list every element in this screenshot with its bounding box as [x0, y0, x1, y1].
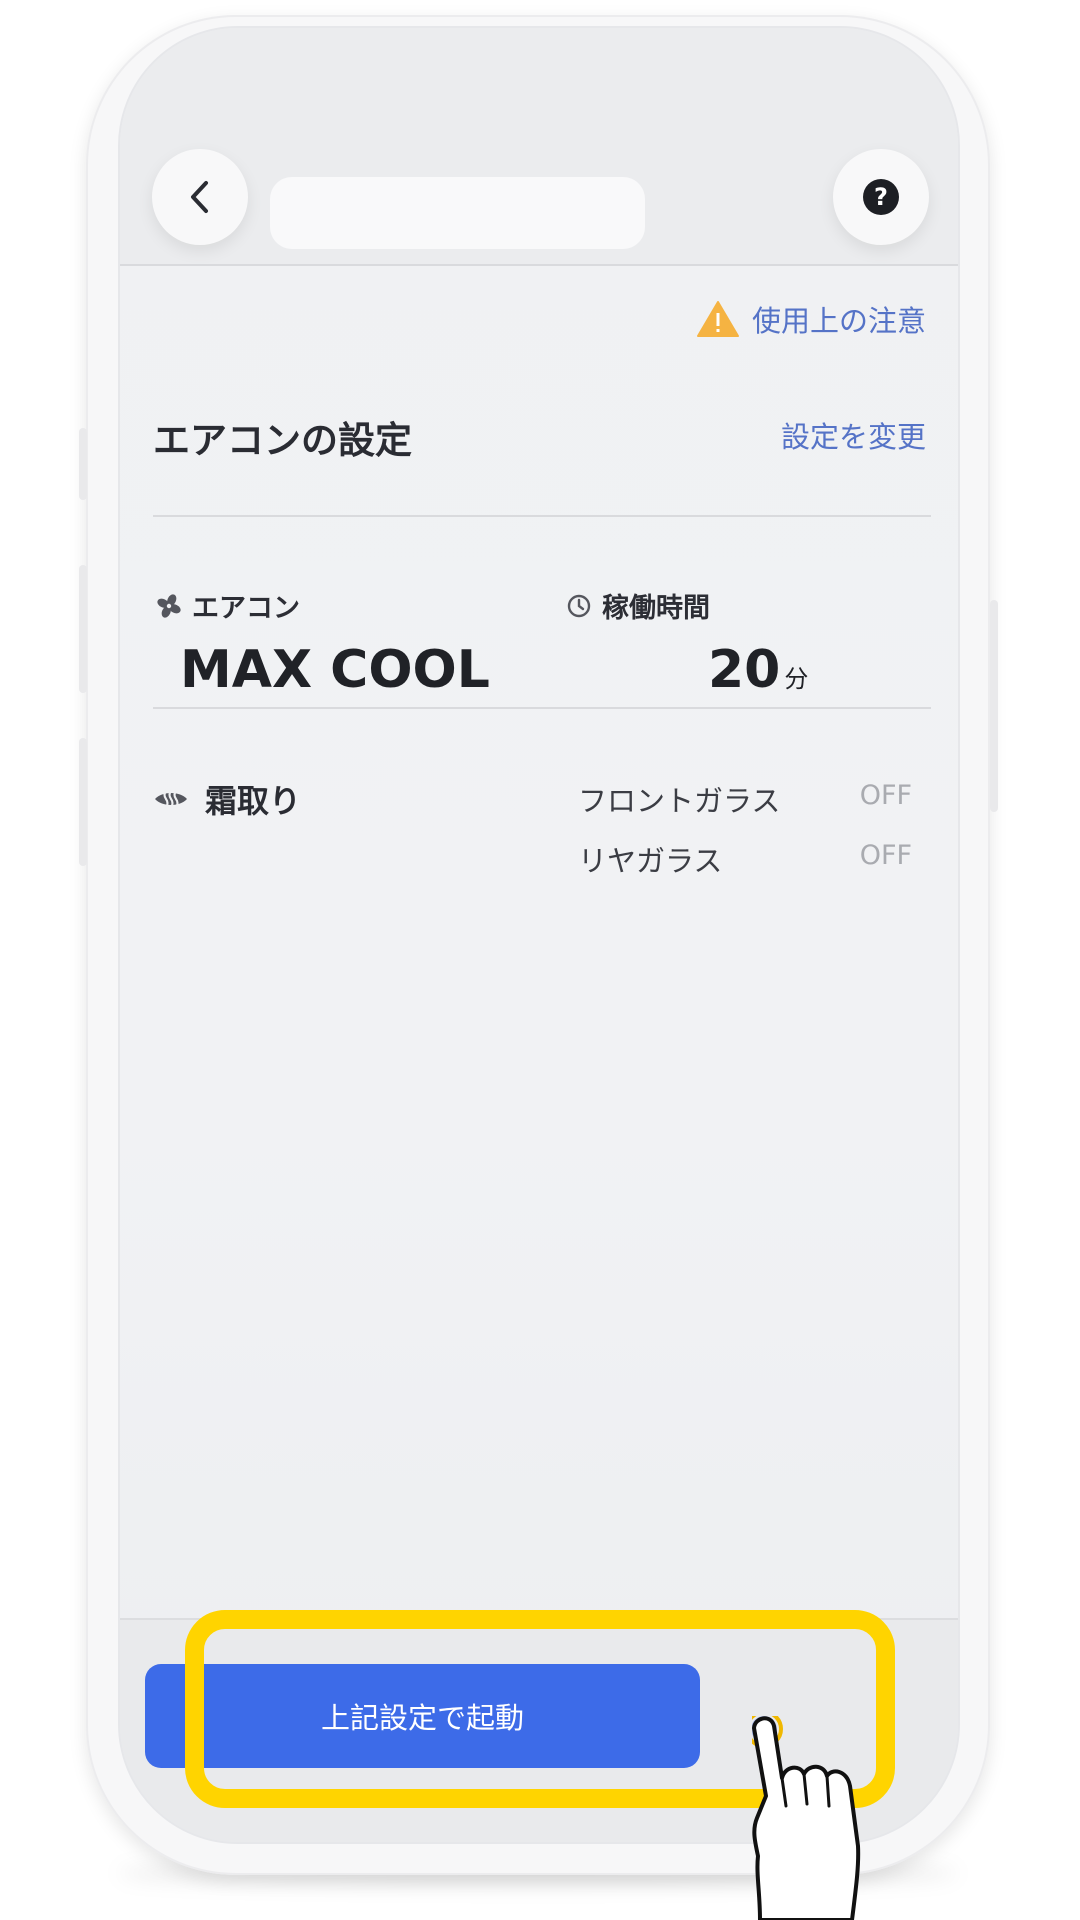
duration-number: 20	[708, 640, 781, 700]
rear-glass-value: OFF	[859, 840, 912, 871]
help-button[interactable]: ?	[833, 149, 929, 245]
divider	[153, 707, 931, 709]
aircon-mode-value: MAX COOL	[180, 640, 490, 700]
chevron-left-icon	[191, 181, 208, 213]
divider	[153, 515, 931, 517]
caution-link[interactable]: 使用上の注意	[696, 298, 926, 340]
aircon-label-row: エアコン	[156, 586, 300, 625]
question-circle-icon: ?	[863, 179, 899, 215]
phone-side-button	[79, 565, 87, 693]
duration-label: 稼働時間	[602, 593, 710, 624]
aircon-label: エアコン	[192, 593, 300, 624]
caution-label: 使用上の注意	[751, 304, 926, 338]
rear-glass-label: リヤガラス	[578, 844, 723, 878]
pointing-hand-icon	[752, 1716, 861, 1920]
app-header: ?	[120, 28, 958, 266]
back-button[interactable]	[152, 149, 248, 245]
front-glass-label: フロントガラス	[578, 784, 781, 818]
duration-unit: 分	[784, 665, 809, 693]
warning-triangle-icon	[696, 301, 739, 337]
phone-side-button	[79, 428, 87, 500]
front-glass-value: OFF	[859, 780, 912, 811]
change-settings-link[interactable]: 設定を変更	[781, 414, 926, 456]
defrost-title: 霜取り	[205, 782, 302, 820]
clock-icon	[567, 594, 591, 617]
defrost-icon	[155, 789, 187, 809]
fan-icon	[157, 593, 181, 618]
section-title: エアコンの設定	[153, 419, 412, 462]
defrost-title-row: 霜取り	[153, 776, 301, 822]
app-screen: ? 使用上の注意 エアコンの設定 設定を変更 エアコン MAX COOL 稼働時…	[118, 26, 960, 1844]
duration-value: 20 分	[708, 640, 808, 700]
page-title-placeholder	[270, 177, 645, 249]
phone-side-button	[990, 600, 998, 812]
duration-label-row: 稼働時間	[566, 586, 710, 625]
phone-side-button	[79, 738, 87, 866]
